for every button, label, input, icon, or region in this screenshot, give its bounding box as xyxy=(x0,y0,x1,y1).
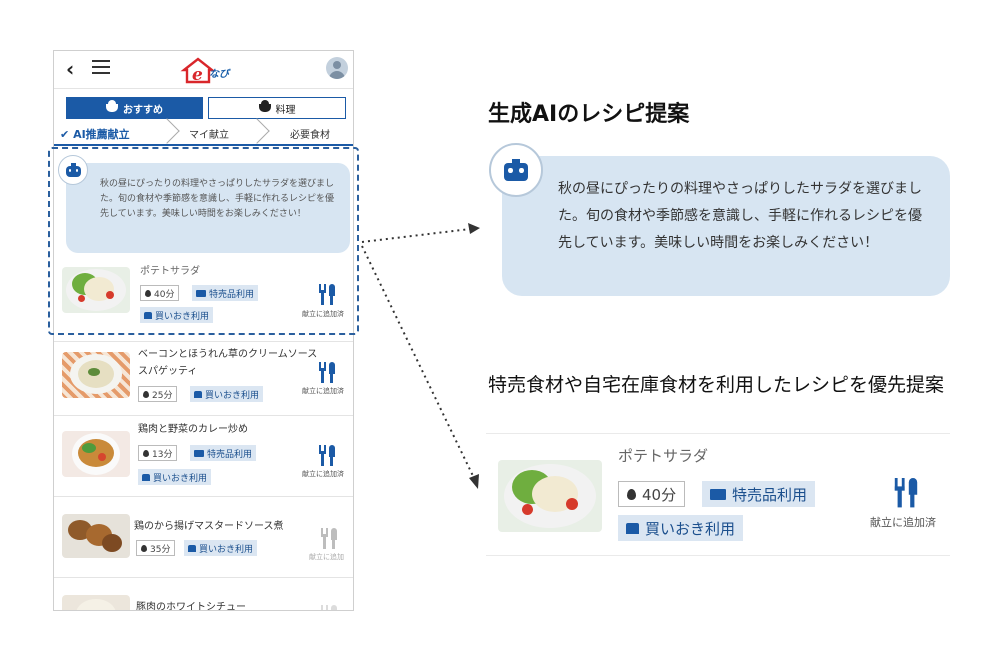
step-ai-recommend[interactable]: ✔ AI推薦献立 xyxy=(60,126,130,142)
recipe-item[interactable]: 鶏肉と野菜のカレー炒め 13分 特売品利用 買いおき利用 献立に追加済 xyxy=(54,417,353,497)
ai-callout-heading: 生成AIのレシピ提案 xyxy=(488,102,690,127)
stock-tag: 買いおき利用 xyxy=(190,386,264,402)
step-ingredients[interactable]: 必要食材 xyxy=(290,126,330,141)
timer-icon xyxy=(143,390,149,398)
add-status: 献立に追加済 xyxy=(870,516,936,529)
avatar-icon[interactable] xyxy=(326,57,348,79)
fork-knife-icon[interactable] xyxy=(319,605,339,610)
tab-bar: おすすめ 料理 xyxy=(66,97,346,119)
time-tag: 13分 xyxy=(138,445,178,461)
fork-knife-icon[interactable] xyxy=(317,362,337,384)
fork-knife-icon[interactable] xyxy=(319,528,339,550)
storage-icon xyxy=(142,473,150,481)
recipe-image xyxy=(62,595,130,610)
step-nav: ✔ AI推薦献立 マイ献立 必要食材 xyxy=(54,118,353,146)
highlight-box xyxy=(48,147,359,335)
recipe-name: 鶏のから揚げマスタードソース煮 xyxy=(134,521,284,532)
recipe-image xyxy=(62,514,130,558)
svg-text:e: e xyxy=(192,65,203,84)
step-my-menu[interactable]: マイ献立 xyxy=(189,126,229,141)
stock-tag: 買いおき利用 xyxy=(138,469,212,485)
stock-tag: 買いおき利用 xyxy=(184,540,258,556)
recipe-image xyxy=(498,460,602,532)
stock-tag: 買いおき利用 xyxy=(618,515,744,541)
tab-label: おすすめ xyxy=(123,104,163,116)
pot-icon xyxy=(258,100,271,112)
timer-icon xyxy=(627,488,636,500)
storage-icon xyxy=(188,544,196,552)
add-status: 献立に追加済 xyxy=(302,387,344,395)
recipe-name: ポテトサラダ xyxy=(618,447,709,465)
add-status: 献立に追加済 xyxy=(302,470,344,478)
sale-tag: 特売品利用 xyxy=(190,445,257,461)
tab-cooking[interactable]: 料理 xyxy=(208,97,346,119)
time-tag: 40分 xyxy=(618,481,686,507)
menu-icon[interactable] xyxy=(92,60,110,74)
chevron-right-icon xyxy=(244,118,270,144)
recipe-image xyxy=(62,352,130,398)
recipe-callout-heading: 特売食材や自宅在庫食材を利用したレシピを優先提案 xyxy=(488,374,945,396)
chevron-right-icon xyxy=(154,118,180,144)
time-tag: 35分 xyxy=(136,540,176,556)
storage-icon xyxy=(194,390,202,398)
ai-message-large: 秋の昼にぴったりの料理やさっぱりしたサラダを選びました。旬の食材や季節感を意識し… xyxy=(558,181,922,251)
pot-icon xyxy=(106,100,118,112)
card-icon xyxy=(710,488,726,500)
tab-recommended[interactable]: おすすめ xyxy=(66,97,203,119)
time-tag: 25分 xyxy=(138,386,178,402)
recipe-name: 豚肉のホワイトシチュー xyxy=(136,602,246,611)
fork-knife-icon[interactable] xyxy=(317,445,337,467)
storage-icon xyxy=(626,522,639,534)
recipe-item[interactable]: 鶏のから揚げマスタードソース煮 35分 買いおき利用 献立に追加 xyxy=(54,498,353,578)
recipe-card-large[interactable]: ポテトサラダ 40分 特売品利用 買いおき利用 献立に追加済 xyxy=(486,433,950,556)
timer-icon xyxy=(141,544,147,552)
check-icon: ✔ xyxy=(60,128,70,141)
timer-icon xyxy=(143,449,149,457)
recipe-name: 鶏肉と野菜のカレー炒め xyxy=(138,424,248,435)
recipe-name: ベーコンとほうれん草のクリームソーススパゲッティ xyxy=(138,349,318,377)
tab-label: 料理 xyxy=(275,104,296,116)
card-icon xyxy=(194,449,204,457)
add-status: 献立に追加 xyxy=(309,553,344,561)
logo-text: なび xyxy=(209,69,229,80)
robot-avatar-large xyxy=(489,143,543,197)
robot-icon xyxy=(504,158,528,181)
back-icon[interactable]: ‹ xyxy=(66,57,74,81)
recipe-image xyxy=(62,431,130,477)
app-header: ‹ e なび xyxy=(54,51,353,89)
sale-tag: 特売品利用 xyxy=(702,481,816,507)
ai-message-bubble-large: 秋の昼にぴったりの料理やさっぱりしたサラダを選びました。旬の食材や季節感を意識し… xyxy=(502,156,950,296)
recipe-item[interactable]: 豚肉のホワイトシチュー xyxy=(54,579,353,611)
recipe-item[interactable]: ベーコンとほうれん草のクリームソーススパゲッティ 25分 買いおき利用 献立に追… xyxy=(54,341,353,416)
